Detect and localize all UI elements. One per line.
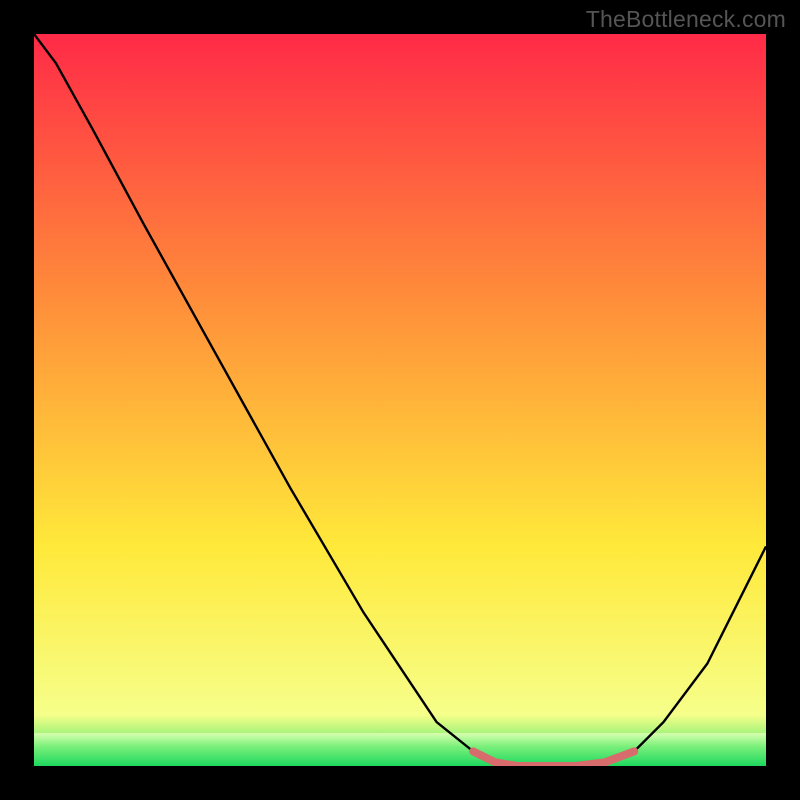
gradient-background [34,34,766,766]
chart-svg [34,34,766,766]
chart-frame: TheBottleneck.com [0,0,800,800]
plot-area [34,34,766,766]
watermark-text: TheBottleneck.com [586,6,786,33]
green-band [34,733,766,766]
